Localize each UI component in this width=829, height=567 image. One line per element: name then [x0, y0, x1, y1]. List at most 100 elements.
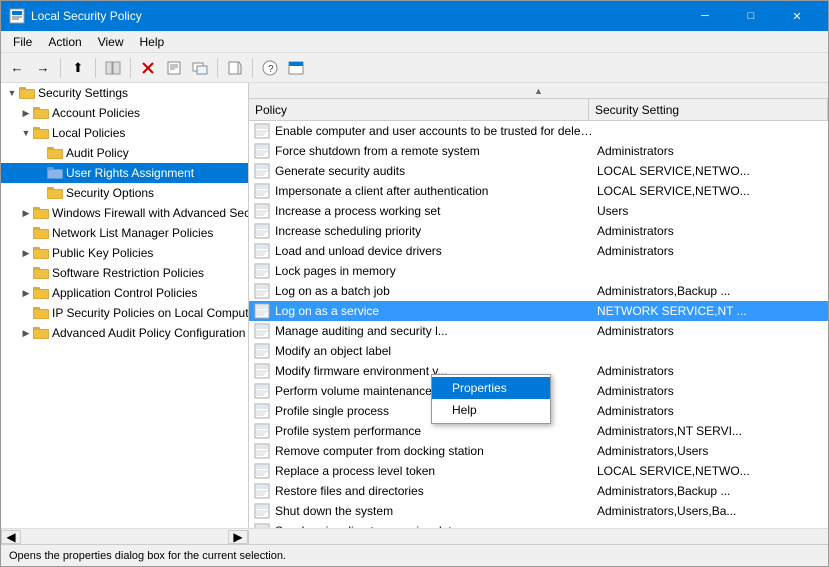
tree-item-local-policies[interactable]: ▼ Local Policies	[1, 123, 248, 143]
policy-name: Lock pages in memory	[275, 264, 597, 278]
show-hide-tree[interactable]	[101, 56, 125, 80]
security-setting: Administrators	[597, 364, 828, 378]
list-item[interactable]: Enable computer and user accounts to be …	[249, 121, 828, 141]
security-setting: Administrators	[597, 384, 828, 398]
new-window[interactable]	[188, 56, 212, 80]
list-item[interactable]: Log on as a batch jobAdministrators,Back…	[249, 281, 828, 301]
tree-item-audit-policy[interactable]: ▶ Audit Policy	[1, 143, 248, 163]
security-setting: Users	[597, 204, 828, 218]
security-setting: Administrators	[597, 224, 828, 238]
policy-name: Impersonate a client after authenticatio…	[275, 184, 597, 198]
security-setting: Administrators,Users,Ba...	[597, 504, 828, 518]
delete-button[interactable]	[136, 56, 160, 80]
policy-name: Enable computer and user accounts to be …	[275, 124, 597, 138]
menu-view[interactable]: View	[90, 33, 132, 51]
policy-name: Remove computer from docking station	[275, 444, 597, 458]
tree-label-advanced-audit: Advanced Audit Policy Configuration	[52, 326, 245, 340]
tree-item-advanced-audit[interactable]: ▶ Advanced Audit Policy Configuration	[1, 323, 248, 343]
tree-panel: ▼ Security Settings ▶ Account Policies ▼	[1, 83, 249, 528]
tree-item-software-restriction[interactable]: ▶ Software Restriction Policies	[1, 263, 248, 283]
list-item[interactable]: Synchronize directory service data	[249, 521, 828, 528]
menu-file[interactable]: File	[5, 33, 40, 51]
properties-button[interactable]	[162, 56, 186, 80]
column-header-security[interactable]: Security Setting	[589, 99, 828, 120]
list-item[interactable]: Restore files and directoriesAdministrat…	[249, 481, 828, 501]
column-header-policy[interactable]: Policy	[249, 99, 589, 120]
context-menu-help[interactable]: Help	[432, 399, 550, 421]
policy-item-icon	[253, 142, 271, 160]
tree-label-public-key: Public Key Policies	[52, 246, 153, 260]
horizontal-scroll-area: ◀ ▶	[1, 528, 828, 544]
policy-name: Shut down the system	[275, 504, 597, 518]
list-item[interactable]: Replace a process level tokenLOCAL SERVI…	[249, 461, 828, 481]
toolbar-separator-1	[60, 58, 61, 78]
list-item[interactable]: Force shutdown from a remote systemAdmin…	[249, 141, 828, 161]
main-window: Local Security Policy ─ □ ✕ File Action …	[0, 0, 829, 567]
security-setting: Administrators,Backup ...	[597, 484, 828, 498]
help-button[interactable]: ?	[258, 56, 282, 80]
tree-item-windows-firewall[interactable]: ▶ Windows Firewall with Advanced Secu...	[1, 203, 248, 223]
security-setting: Administrators	[597, 324, 828, 338]
policy-item-icon	[253, 242, 271, 260]
up-button[interactable]: ⬆	[66, 56, 90, 80]
policy-item-icon	[253, 342, 271, 360]
tree-label-ip-security: IP Security Policies on Local Compute...	[52, 306, 248, 320]
context-menu-properties[interactable]: Properties	[432, 377, 550, 399]
list-item[interactable]: Profile system performanceAdministrators…	[249, 421, 828, 441]
tree-item-account-policies[interactable]: ▶ Account Policies	[1, 103, 248, 123]
tree-item-security-options[interactable]: ▶ Security Options	[1, 183, 248, 203]
list-item[interactable]: Load and unload device driversAdministra…	[249, 241, 828, 261]
policy-item-icon	[253, 182, 271, 200]
list-item[interactable]: Remove computer from docking stationAdmi…	[249, 441, 828, 461]
policy-item-icon	[253, 222, 271, 240]
policy-item-icon	[253, 442, 271, 460]
minimize-button[interactable]: ─	[682, 1, 728, 31]
list-item[interactable]: Increase a process working setUsers	[249, 201, 828, 221]
list-area[interactable]: Enable computer and user accounts to be …	[249, 121, 828, 528]
hscroll-left-btn[interactable]: ◀	[1, 530, 21, 544]
console-view[interactable]	[284, 56, 308, 80]
policy-item-icon	[253, 422, 271, 440]
tree-item-security-settings[interactable]: ▼ Security Settings	[1, 83, 248, 103]
list-item[interactable]: Increase scheduling priorityAdministrato…	[249, 221, 828, 241]
menu-action[interactable]: Action	[40, 33, 89, 51]
menu-help[interactable]: Help	[132, 33, 173, 51]
expand-icon-ac: ▶	[19, 286, 33, 300]
security-setting: NETWORK SERVICE,NT ...	[597, 304, 828, 318]
tree-item-public-key[interactable]: ▶ Public Key Policies	[1, 243, 248, 263]
policy-name: Manage auditing and security l...	[275, 324, 597, 338]
policy-item-icon	[253, 522, 271, 528]
context-menu: Properties Help	[431, 374, 551, 424]
policy-item-icon	[253, 202, 271, 220]
tree-item-network-list[interactable]: ▶ Network List Manager Policies	[1, 223, 248, 243]
policy-item-icon	[253, 162, 271, 180]
policy-item-icon	[253, 302, 271, 320]
toolbar-separator-4	[217, 58, 218, 78]
hscroll-right-btn[interactable]: ▶	[228, 530, 248, 544]
window-title: Local Security Policy	[31, 9, 682, 23]
list-item[interactable]: Shut down the systemAdministrators,Users…	[249, 501, 828, 521]
maximize-button[interactable]: □	[728, 1, 774, 31]
tree-label-app-control: Application Control Policies	[52, 286, 197, 300]
policy-name: Synchronize directory service data	[275, 524, 597, 528]
tree-item-app-control[interactable]: ▶ Application Control Policies	[1, 283, 248, 303]
list-item[interactable]: Impersonate a client after authenticatio…	[249, 181, 828, 201]
tree-label-software-restriction: Software Restriction Policies	[52, 266, 204, 280]
tree-label-local-policies: Local Policies	[52, 126, 125, 140]
tree-item-ip-security[interactable]: ▶ IP Security Policies on Local Compute.…	[1, 303, 248, 323]
security-setting: Administrators	[597, 144, 828, 158]
list-item[interactable]: Manage auditing and security l...Adminis…	[249, 321, 828, 341]
tree-item-user-rights[interactable]: ▶ User Rights Assignment	[1, 163, 248, 183]
close-button[interactable]: ✕	[774, 1, 820, 31]
forward-button[interactable]: →	[31, 56, 55, 80]
policy-item-icon	[253, 482, 271, 500]
window-controls: ─ □ ✕	[682, 1, 820, 31]
list-item[interactable]: Generate security auditsLOCAL SERVICE,NE…	[249, 161, 828, 181]
list-item[interactable]: Lock pages in memory	[249, 261, 828, 281]
expand-icon-wf: ▶	[19, 206, 33, 220]
left-hscroll[interactable]: ◀ ▶	[1, 530, 249, 544]
list-item[interactable]: Log on as a serviceNETWORK SERVICE,NT ..…	[249, 301, 828, 321]
list-item[interactable]: Modify an object label	[249, 341, 828, 361]
back-button[interactable]: ←	[5, 56, 29, 80]
export-list[interactable]	[223, 56, 247, 80]
